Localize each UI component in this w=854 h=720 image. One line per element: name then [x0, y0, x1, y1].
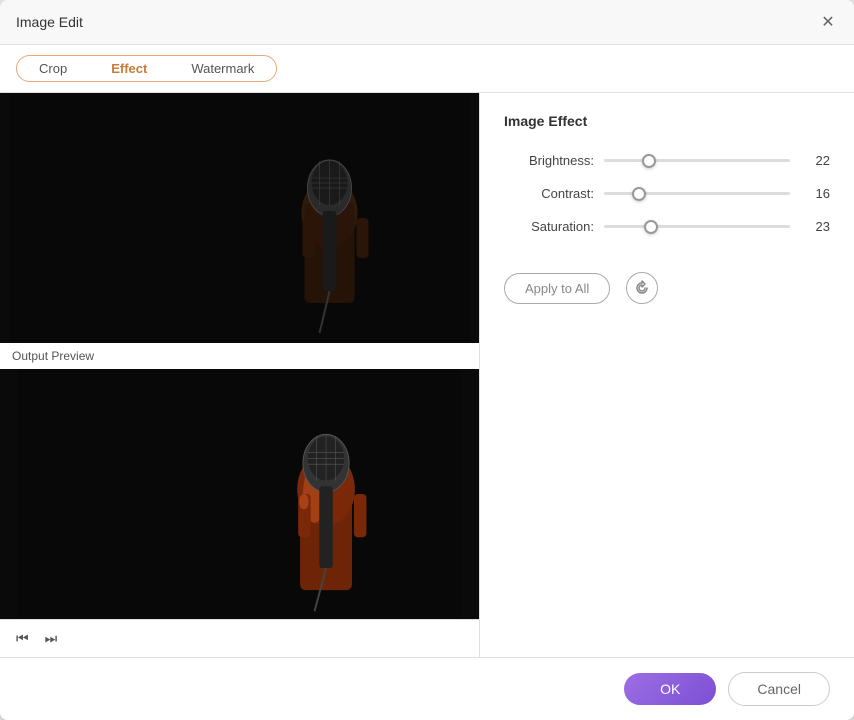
prev-button[interactable]: ⏮ [12, 628, 33, 649]
original-image [0, 93, 479, 343]
contrast-row: Contrast: 16 [504, 186, 830, 201]
contrast-label: Contrast: [504, 186, 594, 201]
output-preview [0, 369, 479, 619]
saturation-row: Saturation: 23 [504, 219, 830, 234]
content-area: Output Preview [0, 93, 854, 657]
brightness-slider[interactable] [604, 159, 790, 162]
reset-button[interactable] [626, 272, 658, 304]
tabs-bar: Crop Effect Watermark [0, 45, 854, 93]
right-panel: Image Effect Brightness: 22 Contrast: 16… [480, 93, 854, 657]
close-button[interactable]: ✕ [818, 12, 838, 32]
saturation-slider[interactable] [604, 225, 790, 228]
controls-bar: ⏮ ⏭ [0, 619, 479, 657]
tab-crop[interactable]: Crop [17, 56, 89, 81]
tabs-group: Crop Effect Watermark [16, 55, 277, 82]
section-title: Image Effect [504, 113, 830, 129]
next-button[interactable]: ⏭ [41, 628, 62, 649]
tab-watermark[interactable]: Watermark [169, 56, 276, 81]
saturation-label: Saturation: [504, 219, 594, 234]
dialog-title: Image Edit [16, 14, 83, 30]
output-label: Output Preview [0, 343, 479, 369]
left-panel: Output Preview [0, 93, 480, 657]
apply-all-button[interactable]: Apply to All [504, 273, 610, 304]
contrast-value: 16 [800, 186, 830, 201]
actions-row: Apply to All [504, 272, 830, 304]
brightness-label: Brightness: [504, 153, 594, 168]
ok-button[interactable]: OK [624, 673, 716, 705]
contrast-slider[interactable] [604, 192, 790, 195]
cancel-button[interactable]: Cancel [728, 672, 830, 706]
title-bar: Image Edit ✕ [0, 0, 854, 45]
brightness-value: 22 [800, 153, 830, 168]
output-image [0, 369, 479, 619]
footer: OK Cancel [0, 657, 854, 720]
image-edit-dialog: Image Edit ✕ Crop Effect Watermark [0, 0, 854, 720]
brightness-row: Brightness: 22 [504, 153, 830, 168]
original-preview [0, 93, 479, 343]
saturation-value: 23 [800, 219, 830, 234]
tab-effect[interactable]: Effect [89, 56, 169, 81]
